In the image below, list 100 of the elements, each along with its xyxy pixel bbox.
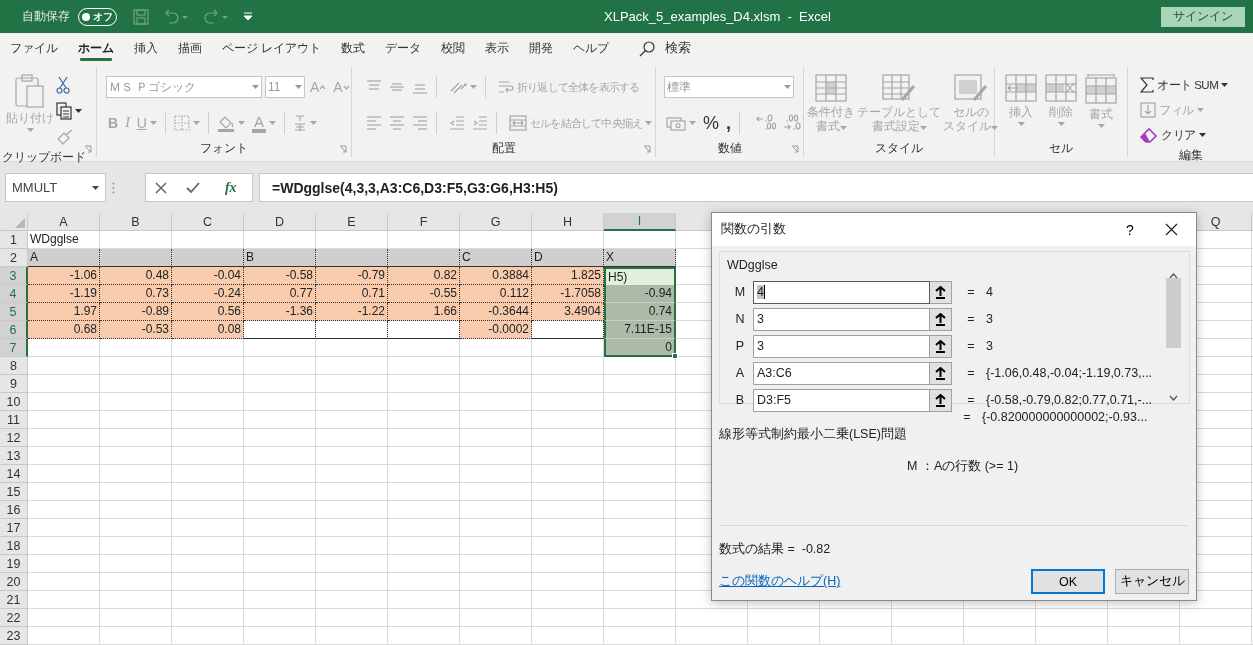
row-header[interactable]: 4 — [0, 285, 28, 303]
dialog-launcher-icon[interactable] — [84, 145, 92, 153]
search-icon[interactable] — [639, 40, 656, 57]
dialog-launcher-icon[interactable] — [339, 145, 347, 153]
sheet-cell: 7.11E-15 — [604, 321, 676, 339]
argument-field[interactable]: D3:F5 — [753, 388, 930, 412]
group-label: スタイル — [874, 141, 924, 156]
row-header[interactable]: 21 — [0, 591, 28, 609]
group-label: クリップボード — [1, 150, 86, 165]
redo-icon[interactable] — [203, 8, 229, 25]
argument-field[interactable]: 3 — [753, 307, 930, 331]
row-header[interactable]: 9 — [0, 375, 28, 393]
column-header[interactable]: I — [604, 213, 676, 231]
fill-handle[interactable] — [672, 353, 678, 359]
collapse-dialog-button[interactable] — [930, 307, 952, 331]
row-header[interactable]: 14 — [0, 465, 28, 483]
dialog-launcher-icon[interactable] — [643, 145, 651, 153]
row-header[interactable]: 6 — [0, 321, 28, 339]
menu-tab[interactable]: ホーム — [68, 33, 124, 64]
scroll-thumb[interactable] — [1166, 278, 1181, 348]
menu-tab[interactable]: 挿入 — [124, 33, 168, 64]
row-header[interactable]: 11 — [0, 411, 28, 429]
help-link[interactable]: この関数のヘルプ(H) — [719, 573, 1021, 590]
sheet-cell: 0.68 — [28, 321, 100, 339]
row-header[interactable]: 3 — [0, 267, 28, 285]
collapse-dialog-button[interactable] — [930, 280, 952, 304]
sheet-cell: -0.3644 — [460, 303, 532, 321]
chevron-down-icon — [1169, 395, 1178, 401]
check-icon[interactable] — [186, 181, 201, 194]
menu-tab[interactable]: 数式 — [331, 33, 376, 64]
clear-button[interactable]: クリア — [1138, 124, 1208, 146]
name-box[interactable]: MMULT — [5, 173, 106, 202]
undo-icon[interactable] — [163, 8, 189, 25]
row-header[interactable]: 8 — [0, 357, 28, 375]
insert-cells-icon — [1005, 74, 1037, 102]
function-description: 線形等式制約最小二乗(LSE)問題 — [718, 426, 908, 443]
help-button[interactable]: ? — [1115, 220, 1145, 239]
cell-brush-icon — [953, 74, 988, 102]
cancel-icon[interactable] — [155, 181, 168, 194]
sheet-cell: 0.08 — [172, 321, 244, 339]
menu-tab[interactable]: 表示 — [475, 33, 520, 64]
row-header[interactable]: 10 — [0, 393, 28, 411]
collapse-dialog-button[interactable] — [930, 361, 952, 385]
menu-tab[interactable]: 校閲 — [431, 33, 476, 64]
wrap-text-icon — [498, 79, 514, 95]
autosum-button[interactable]: オート SUM — [1138, 74, 1231, 96]
row-header[interactable]: 13 — [0, 447, 28, 465]
decimal-increase-icon — [756, 114, 777, 132]
copy-button[interactable] — [54, 100, 84, 122]
formula-field[interactable]: =WDgglse(4,3,3,A3:C6,D3:F5,G3:G6,H3:H5) — [259, 173, 1253, 202]
menu-tab[interactable]: 開発 — [519, 33, 564, 64]
row-header[interactable]: 15 — [0, 483, 28, 501]
search-label[interactable]: 検索 — [665, 40, 692, 57]
sheet-cell: 0.74 — [604, 303, 676, 321]
ok-button[interactable]: OK — [1031, 569, 1105, 594]
argument-field[interactable]: A3:C6 — [753, 361, 930, 385]
indent-decrease-icon — [449, 115, 465, 131]
name-box-value: MMULT — [12, 180, 58, 195]
menu-tab[interactable]: 描画 — [168, 33, 212, 64]
argument-value: 4 — [986, 285, 993, 299]
row-header[interactable]: 23 — [0, 627, 28, 645]
save-icon[interactable] — [133, 8, 149, 25]
chevron-up-icon — [1169, 273, 1178, 279]
menu-tab[interactable]: ファイル — [0, 33, 68, 64]
comma-button[interactable]: , — [724, 112, 734, 134]
row-header[interactable]: 18 — [0, 537, 28, 555]
row-header[interactable]: 12 — [0, 429, 28, 447]
menu-tab[interactable]: ページ レイアウト — [212, 33, 332, 64]
row-header[interactable]: 20 — [0, 573, 28, 591]
equals-sign: = — [962, 410, 972, 424]
collapse-dialog-button[interactable] — [930, 388, 952, 412]
cancel-button[interactable]: キャンセル — [1115, 569, 1189, 594]
insert-function-button[interactable]: fx — [218, 178, 243, 197]
row-header[interactable]: 5 — [0, 303, 28, 321]
menu-tab[interactable]: ヘルプ — [563, 33, 620, 64]
argument-field[interactable]: 3 — [753, 334, 930, 358]
chevron-up-icon — [319, 84, 327, 90]
collapse-dialog-button[interactable] — [930, 334, 952, 358]
percent-button[interactable]: % — [701, 112, 721, 134]
cut-button[interactable] — [54, 74, 72, 96]
sign-in-button[interactable]: サインイン — [1161, 6, 1245, 27]
sheet-cell: -0.89 — [100, 303, 172, 321]
argument-field[interactable]: 4 — [753, 280, 930, 304]
row-header[interactable]: 16 — [0, 501, 28, 519]
group-label: 配置 — [490, 141, 517, 156]
row-header[interactable]: 2 — [0, 249, 28, 267]
triangle-icon — [15, 218, 25, 228]
argument-value: {-0.58,-0.79,0.82;0.77,0.71,-... — [986, 393, 1153, 407]
dialog-launcher-icon[interactable] — [791, 145, 799, 153]
table-brush-icon — [882, 74, 916, 102]
align-right-icon — [412, 115, 428, 131]
sheet-cell: A — [28, 249, 100, 267]
row-header[interactable]: 22 — [0, 609, 28, 627]
customize-icon[interactable] — [243, 11, 253, 22]
row-header[interactable]: 17 — [0, 519, 28, 537]
equals-sign: = — [966, 312, 976, 326]
row-header[interactable]: 1 — [0, 231, 28, 249]
menu-tab[interactable]: データ — [375, 33, 432, 64]
row-header[interactable]: 19 — [0, 555, 28, 573]
row-header[interactable]: 7 — [0, 339, 28, 357]
